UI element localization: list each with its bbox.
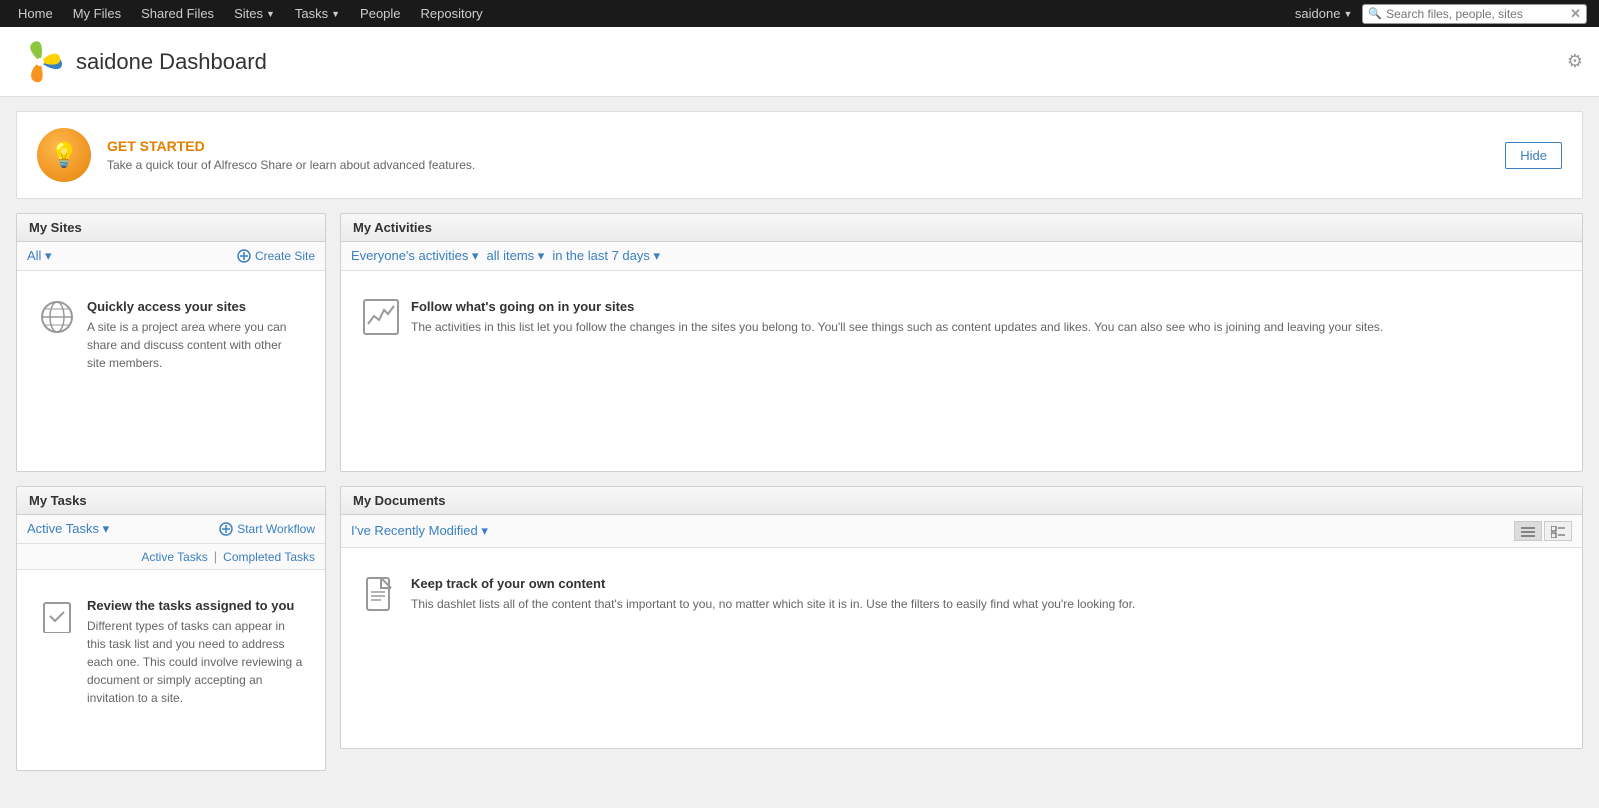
my-sites-empty-text: Quickly access your sites A site is a pr… xyxy=(87,299,303,372)
nav-people[interactable]: People xyxy=(350,0,410,27)
completed-tasks-link[interactable]: Completed Tasks xyxy=(223,550,315,564)
alfresco-logo xyxy=(16,38,64,86)
document-svg xyxy=(365,576,397,612)
my-activities-empty-state: Follow what's going on in your sites The… xyxy=(353,283,1570,352)
my-documents-empty-desc: This dashlet lists all of the content th… xyxy=(411,595,1135,613)
tasks-toolbar: Active Tasks ▾ Start Workflow xyxy=(17,515,325,544)
nav-sharedfiles-label: Shared Files xyxy=(141,6,214,21)
nav-people-label: People xyxy=(360,6,400,21)
my-sites-header: My Sites xyxy=(17,214,325,242)
get-started-banner: 💡 GET STARTED Take a quick tour of Alfre… xyxy=(16,111,1583,199)
my-tasks-body: Review the tasks assigned to you Differe… xyxy=(17,570,325,770)
nav-sites-arrow: ▼ xyxy=(266,9,275,19)
get-started-subtitle: Take a quick tour of Alfresco Share or l… xyxy=(107,158,1489,172)
document-icon xyxy=(363,576,399,612)
header-bar: saidone Dashboard ⚙ xyxy=(0,27,1599,97)
nav-repository[interactable]: Repository xyxy=(411,0,493,27)
right-column: My Activities Everyone's activities ▾ al… xyxy=(340,213,1583,771)
get-started-text: GET STARTED Take a quick tour of Alfresc… xyxy=(107,138,1489,172)
start-workflow-label: Start Workflow xyxy=(237,522,315,536)
documents-detail-view-button[interactable] xyxy=(1544,521,1572,541)
documents-list-view-button[interactable] xyxy=(1514,521,1542,541)
search-icon: 🔍 xyxy=(1368,7,1382,20)
nav-home[interactable]: Home xyxy=(8,0,63,27)
my-documents-dashlet: My Documents I've Recently Modified ▾ xyxy=(340,486,1583,749)
my-activities-empty-text: Follow what's going on in your sites The… xyxy=(411,299,1383,336)
documents-filter-dropdown[interactable]: I've Recently Modified ▾ xyxy=(351,523,488,539)
start-workflow-button[interactable]: Start Workflow xyxy=(219,522,315,536)
dashboard-title: saidone Dashboard xyxy=(76,49,267,75)
activities-filter1[interactable]: Everyone's activities ▾ xyxy=(351,248,479,264)
my-tasks-empty-title: Review the tasks assigned to you xyxy=(87,598,303,613)
my-activities-header: My Activities xyxy=(341,214,1582,242)
nav-myfiles-label: My Files xyxy=(73,6,121,21)
my-documents-header: My Documents xyxy=(341,487,1582,515)
activities-filter2[interactable]: all items ▾ xyxy=(487,248,545,264)
sites-toolbar: All ▾ Create Site xyxy=(17,242,325,271)
documents-toolbar: I've Recently Modified ▾ xyxy=(341,515,1582,548)
get-started-icon: 💡 xyxy=(37,128,91,182)
nav-sharedfiles[interactable]: Shared Files xyxy=(131,0,224,27)
user-menu-arrow: ▼ xyxy=(1343,9,1352,19)
left-column: My Sites All ▾ Create Site xyxy=(16,213,326,771)
task-svg xyxy=(40,599,74,633)
tasks-subtoolbar: Active Tasks | Completed Tasks xyxy=(17,544,325,570)
settings-gear-icon[interactable]: ⚙ xyxy=(1567,51,1583,72)
top-navigation: Home My Files Shared Files Sites ▼ Tasks… xyxy=(0,0,1599,27)
tasks-filter-dropdown[interactable]: Active Tasks ▾ xyxy=(27,521,109,537)
my-documents-empty-text: Keep track of your own content This dash… xyxy=(411,576,1135,613)
nav-repository-label: Repository xyxy=(421,6,483,21)
activities-icon xyxy=(363,299,399,335)
search-box: 🔍 ✕ xyxy=(1362,4,1587,24)
active-tasks-link[interactable]: Active Tasks xyxy=(141,550,207,564)
my-activities-empty-desc: The activities in this list let you foll… xyxy=(411,318,1383,336)
username-label: saidone xyxy=(1295,6,1341,21)
hide-button[interactable]: Hide xyxy=(1505,142,1562,169)
globe-svg xyxy=(40,300,74,334)
my-sites-empty-title: Quickly access your sites xyxy=(87,299,303,314)
nav-tasks-label: Tasks xyxy=(295,6,328,21)
activities-svg xyxy=(366,302,396,332)
get-started-title: GET STARTED xyxy=(107,138,1489,154)
my-tasks-dashlet: My Tasks Active Tasks ▾ Start Workflow A… xyxy=(16,486,326,771)
my-activities-dashlet: My Activities Everyone's activities ▾ al… xyxy=(340,213,1583,472)
nav-home-label: Home xyxy=(18,6,53,21)
nav-tasks[interactable]: Tasks ▼ xyxy=(285,0,350,27)
list-view-icon xyxy=(1521,526,1535,538)
lightbulb-icon: 💡 xyxy=(49,141,79,170)
my-sites-body: Quickly access your sites A site is a pr… xyxy=(17,271,325,471)
my-documents-empty-state: Keep track of your own content This dash… xyxy=(353,560,1570,629)
my-documents-body: Keep track of your own content This dash… xyxy=(341,548,1582,748)
my-tasks-header: My Tasks xyxy=(17,487,325,515)
my-activities-body: Follow what's going on in your sites The… xyxy=(341,271,1582,471)
detail-view-icon xyxy=(1551,526,1565,538)
main-content: My Sites All ▾ Create Site xyxy=(0,213,1599,787)
create-site-button[interactable]: Create Site xyxy=(237,249,315,263)
user-menu[interactable]: saidone ▼ xyxy=(1285,6,1362,21)
create-site-icon xyxy=(237,249,251,263)
my-sites-empty-desc: A site is a project area where you can s… xyxy=(87,318,303,372)
my-tasks-empty-state: Review the tasks assigned to you Differe… xyxy=(29,582,313,723)
my-tasks-empty-text: Review the tasks assigned to you Differe… xyxy=(87,598,303,707)
activities-filter3[interactable]: in the last 7 days ▾ xyxy=(552,248,660,264)
search-clear-icon[interactable]: ✕ xyxy=(1570,6,1581,22)
my-documents-empty-title: Keep track of your own content xyxy=(411,576,1135,591)
nav-sites-label: Sites xyxy=(234,6,263,21)
nav-tasks-arrow: ▼ xyxy=(331,9,340,19)
my-tasks-empty-desc: Different types of tasks can appear in t… xyxy=(87,617,303,707)
globe-icon xyxy=(39,299,75,335)
search-input[interactable] xyxy=(1386,7,1566,21)
my-activities-empty-title: Follow what's going on in your sites xyxy=(411,299,1383,314)
my-sites-empty-state: Quickly access your sites A site is a pr… xyxy=(29,283,313,388)
activities-toolbar: Everyone's activities ▾ all items ▾ in t… xyxy=(341,242,1582,271)
sites-filter-dropdown[interactable]: All ▾ xyxy=(27,248,52,264)
my-sites-dashlet: My Sites All ▾ Create Site xyxy=(16,213,326,472)
create-site-label: Create Site xyxy=(255,249,315,263)
documents-view-buttons xyxy=(1514,521,1572,541)
nav-myfiles[interactable]: My Files xyxy=(63,0,131,27)
nav-sites[interactable]: Sites ▼ xyxy=(224,0,285,27)
tasks-sub-separator: | xyxy=(214,549,217,564)
task-icon xyxy=(39,598,75,634)
start-workflow-icon xyxy=(219,522,233,536)
